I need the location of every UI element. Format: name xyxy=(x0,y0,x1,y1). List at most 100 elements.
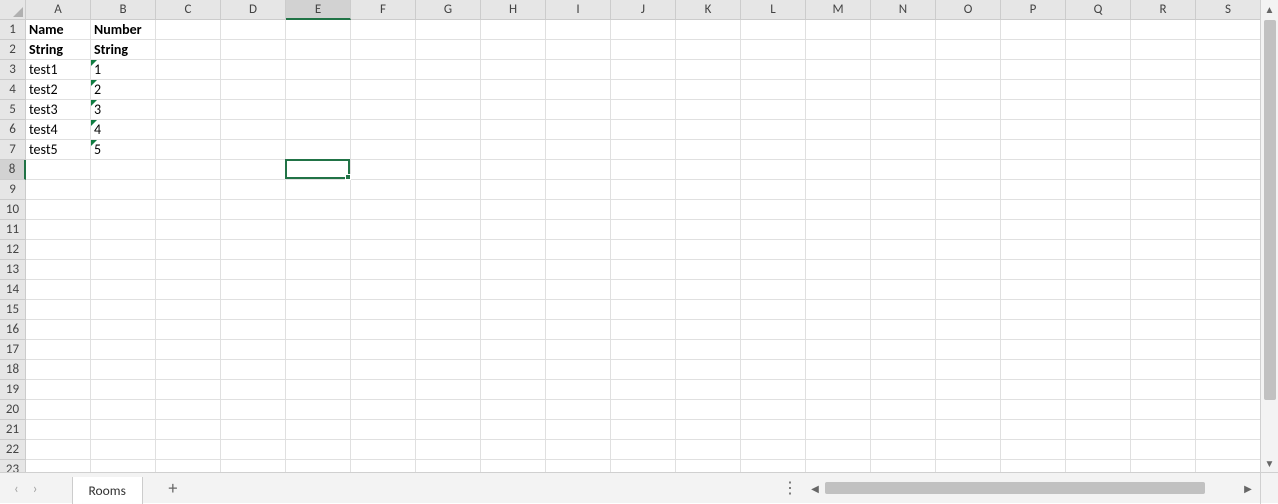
cell-O9[interactable] xyxy=(936,180,1001,200)
cell-O5[interactable] xyxy=(936,100,1001,120)
cell-A21[interactable] xyxy=(26,420,91,440)
cell-I14[interactable] xyxy=(546,280,611,300)
cell-E17[interactable] xyxy=(286,340,351,360)
cell-C8[interactable] xyxy=(156,160,221,180)
cell-A13[interactable] xyxy=(26,260,91,280)
cell-K11[interactable] xyxy=(676,220,741,240)
cell-K18[interactable] xyxy=(676,360,741,380)
cell-E10[interactable] xyxy=(286,200,351,220)
cell-C15[interactable] xyxy=(156,300,221,320)
column-header-s[interactable]: S xyxy=(1196,0,1260,20)
cell-I7[interactable] xyxy=(546,140,611,160)
cell-S5[interactable] xyxy=(1196,100,1260,120)
cell-Q8[interactable] xyxy=(1066,160,1131,180)
cell-B18[interactable] xyxy=(91,360,156,380)
cell-A15[interactable] xyxy=(26,300,91,320)
cell-Q16[interactable] xyxy=(1066,320,1131,340)
row-header-20[interactable]: 20 xyxy=(0,400,26,420)
scroll-right-button[interactable]: ▶ xyxy=(1240,480,1256,496)
cell-R17[interactable] xyxy=(1131,340,1196,360)
cell-J8[interactable] xyxy=(611,160,676,180)
cell-O1[interactable] xyxy=(936,20,1001,40)
cell-F21[interactable] xyxy=(351,420,416,440)
cell-S20[interactable] xyxy=(1196,400,1260,420)
cell-Q3[interactable] xyxy=(1066,60,1131,80)
cell-A4[interactable]: test2 xyxy=(26,80,91,100)
cell-Q9[interactable] xyxy=(1066,180,1131,200)
cell-Q10[interactable] xyxy=(1066,200,1131,220)
cell-R20[interactable] xyxy=(1131,400,1196,420)
cell-B11[interactable] xyxy=(91,220,156,240)
cell-P1[interactable] xyxy=(1001,20,1066,40)
cell-K21[interactable] xyxy=(676,420,741,440)
cell-A5[interactable]: test3 xyxy=(26,100,91,120)
cell-P11[interactable] xyxy=(1001,220,1066,240)
cell-M6[interactable] xyxy=(806,120,871,140)
column-header-c[interactable]: C xyxy=(156,0,221,20)
cell-H22[interactable] xyxy=(481,440,546,460)
cell-B3[interactable]: 1 xyxy=(91,60,156,80)
cell-M1[interactable] xyxy=(806,20,871,40)
cell-F10[interactable] xyxy=(351,200,416,220)
cell-C22[interactable] xyxy=(156,440,221,460)
cell-J10[interactable] xyxy=(611,200,676,220)
column-header-k[interactable]: K xyxy=(676,0,741,20)
cell-G11[interactable] xyxy=(416,220,481,240)
cell-A8[interactable] xyxy=(26,160,91,180)
cell-O10[interactable] xyxy=(936,200,1001,220)
cell-F4[interactable] xyxy=(351,80,416,100)
column-header-r[interactable]: R xyxy=(1131,0,1196,20)
cell-K23[interactable] xyxy=(676,460,741,472)
cell-B14[interactable] xyxy=(91,280,156,300)
cell-Q12[interactable] xyxy=(1066,240,1131,260)
cell-Q18[interactable] xyxy=(1066,360,1131,380)
cell-C13[interactable] xyxy=(156,260,221,280)
cell-A6[interactable]: test4 xyxy=(26,120,91,140)
cell-S13[interactable] xyxy=(1196,260,1260,280)
cell-Q15[interactable] xyxy=(1066,300,1131,320)
cell-S18[interactable] xyxy=(1196,360,1260,380)
cell-S3[interactable] xyxy=(1196,60,1260,80)
cell-N17[interactable] xyxy=(871,340,936,360)
cell-K5[interactable] xyxy=(676,100,741,120)
cell-D13[interactable] xyxy=(221,260,286,280)
cell-D15[interactable] xyxy=(221,300,286,320)
cell-M17[interactable] xyxy=(806,340,871,360)
cell-O20[interactable] xyxy=(936,400,1001,420)
cell-G16[interactable] xyxy=(416,320,481,340)
cell-O18[interactable] xyxy=(936,360,1001,380)
cell-N23[interactable] xyxy=(871,460,936,472)
cell-B15[interactable] xyxy=(91,300,156,320)
cell-N16[interactable] xyxy=(871,320,936,340)
cell-M15[interactable] xyxy=(806,300,871,320)
cell-S4[interactable] xyxy=(1196,80,1260,100)
cell-K3[interactable] xyxy=(676,60,741,80)
cell-E21[interactable] xyxy=(286,420,351,440)
cell-C19[interactable] xyxy=(156,380,221,400)
cell-E15[interactable] xyxy=(286,300,351,320)
cell-P19[interactable] xyxy=(1001,380,1066,400)
cell-O3[interactable] xyxy=(936,60,1001,80)
cell-D17[interactable] xyxy=(221,340,286,360)
cell-C23[interactable] xyxy=(156,460,221,472)
cell-B8[interactable] xyxy=(91,160,156,180)
cell-F2[interactable] xyxy=(351,40,416,60)
cell-E4[interactable] xyxy=(286,80,351,100)
add-sheet-button[interactable]: + xyxy=(157,473,189,503)
cell-M11[interactable] xyxy=(806,220,871,240)
cell-R6[interactable] xyxy=(1131,120,1196,140)
row-header-3[interactable]: 3 xyxy=(0,60,26,80)
cell-M3[interactable] xyxy=(806,60,871,80)
column-header-f[interactable]: F xyxy=(351,0,416,20)
cell-C10[interactable] xyxy=(156,200,221,220)
cell-M13[interactable] xyxy=(806,260,871,280)
cell-H4[interactable] xyxy=(481,80,546,100)
row-header-4[interactable]: 4 xyxy=(0,80,26,100)
cell-O14[interactable] xyxy=(936,280,1001,300)
cell-F14[interactable] xyxy=(351,280,416,300)
cell-F23[interactable] xyxy=(351,460,416,472)
cell-A17[interactable] xyxy=(26,340,91,360)
cell-P12[interactable] xyxy=(1001,240,1066,260)
cell-L22[interactable] xyxy=(741,440,806,460)
cell-S14[interactable] xyxy=(1196,280,1260,300)
